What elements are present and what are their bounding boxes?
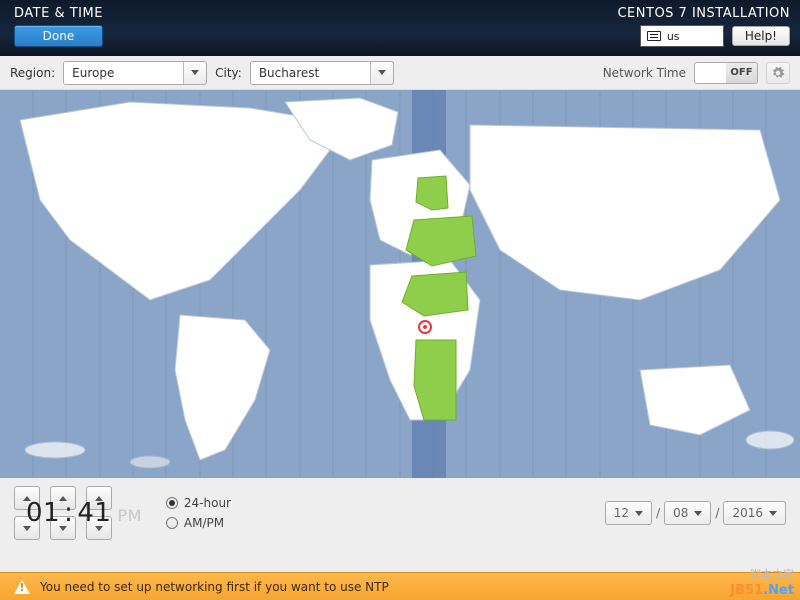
keyboard-layout-indicator[interactable]: us (640, 25, 724, 47)
network-time-label: Network Time (603, 66, 686, 80)
format-ampm-radio[interactable]: AM/PM (166, 516, 231, 530)
format-24h-label: 24-hour (184, 496, 231, 510)
region-label: Region: (10, 66, 55, 80)
time-date-controls: 01:41 PM 24-hour AM/PM 12 / 08 / (0, 478, 800, 548)
chevron-down-icon (378, 70, 386, 75)
hours-value: 01 (26, 498, 60, 528)
year-value: 2016 (732, 506, 763, 520)
city-combo[interactable]: Bucharest (250, 61, 394, 85)
month-combo[interactable]: 08 (664, 501, 711, 525)
region-value: Europe (64, 62, 184, 84)
watermark-cn: 脚本之家 (750, 566, 794, 582)
city-combo-arrow[interactable] (371, 62, 393, 84)
warning-icon (14, 580, 30, 594)
help-button[interactable]: Help! (732, 26, 790, 46)
done-button[interactable]: Done (14, 25, 103, 47)
region-combo-arrow[interactable] (184, 62, 206, 84)
ntp-warning-text: You need to set up networking first if y… (40, 580, 389, 594)
chevron-down-icon (694, 511, 702, 516)
header-bar: DATE & TIME Done CENTOS 7 INSTALLATION u… (0, 0, 800, 56)
network-time-off-slot: OFF (726, 63, 757, 83)
chevron-down-icon (635, 511, 643, 516)
keyboard-icon (647, 31, 661, 41)
installer-title: CENTOS 7 INSTALLATION (617, 6, 790, 21)
month-value: 08 (673, 506, 688, 520)
radio-icon (166, 497, 178, 509)
page-title: DATE & TIME (14, 6, 103, 21)
network-time-toggle[interactable]: OFF (694, 62, 758, 84)
day-value: 12 (614, 506, 629, 520)
gear-icon (771, 66, 785, 80)
chevron-down-icon (769, 511, 777, 516)
date-sep: / (656, 506, 660, 520)
date-sep: / (715, 506, 719, 520)
timezone-map[interactable] (0, 90, 800, 478)
network-time-on-slot (695, 63, 726, 83)
chevron-down-icon (191, 70, 199, 75)
day-combo[interactable]: 12 (605, 501, 652, 525)
ntp-settings-button[interactable] (766, 62, 790, 84)
city-value: Bucharest (251, 62, 371, 84)
time-display: 01:41 PM (26, 498, 142, 528)
year-combo[interactable]: 2016 (723, 501, 786, 525)
radio-icon (166, 517, 178, 529)
ampm-value: PM (117, 506, 141, 525)
timezone-toolbar: Region: Europe City: Bucharest Network T… (0, 56, 800, 90)
region-combo[interactable]: Europe (63, 61, 207, 85)
watermark-en: JB51.Net (730, 583, 794, 598)
format-ampm-label: AM/PM (184, 516, 224, 530)
minutes-value: 41 (77, 498, 111, 528)
keyboard-layout-label: us (667, 30, 680, 43)
ntp-warning-bar: You need to set up networking first if y… (0, 572, 800, 600)
format-24h-radio[interactable]: 24-hour (166, 496, 231, 510)
city-label: City: (215, 66, 242, 80)
